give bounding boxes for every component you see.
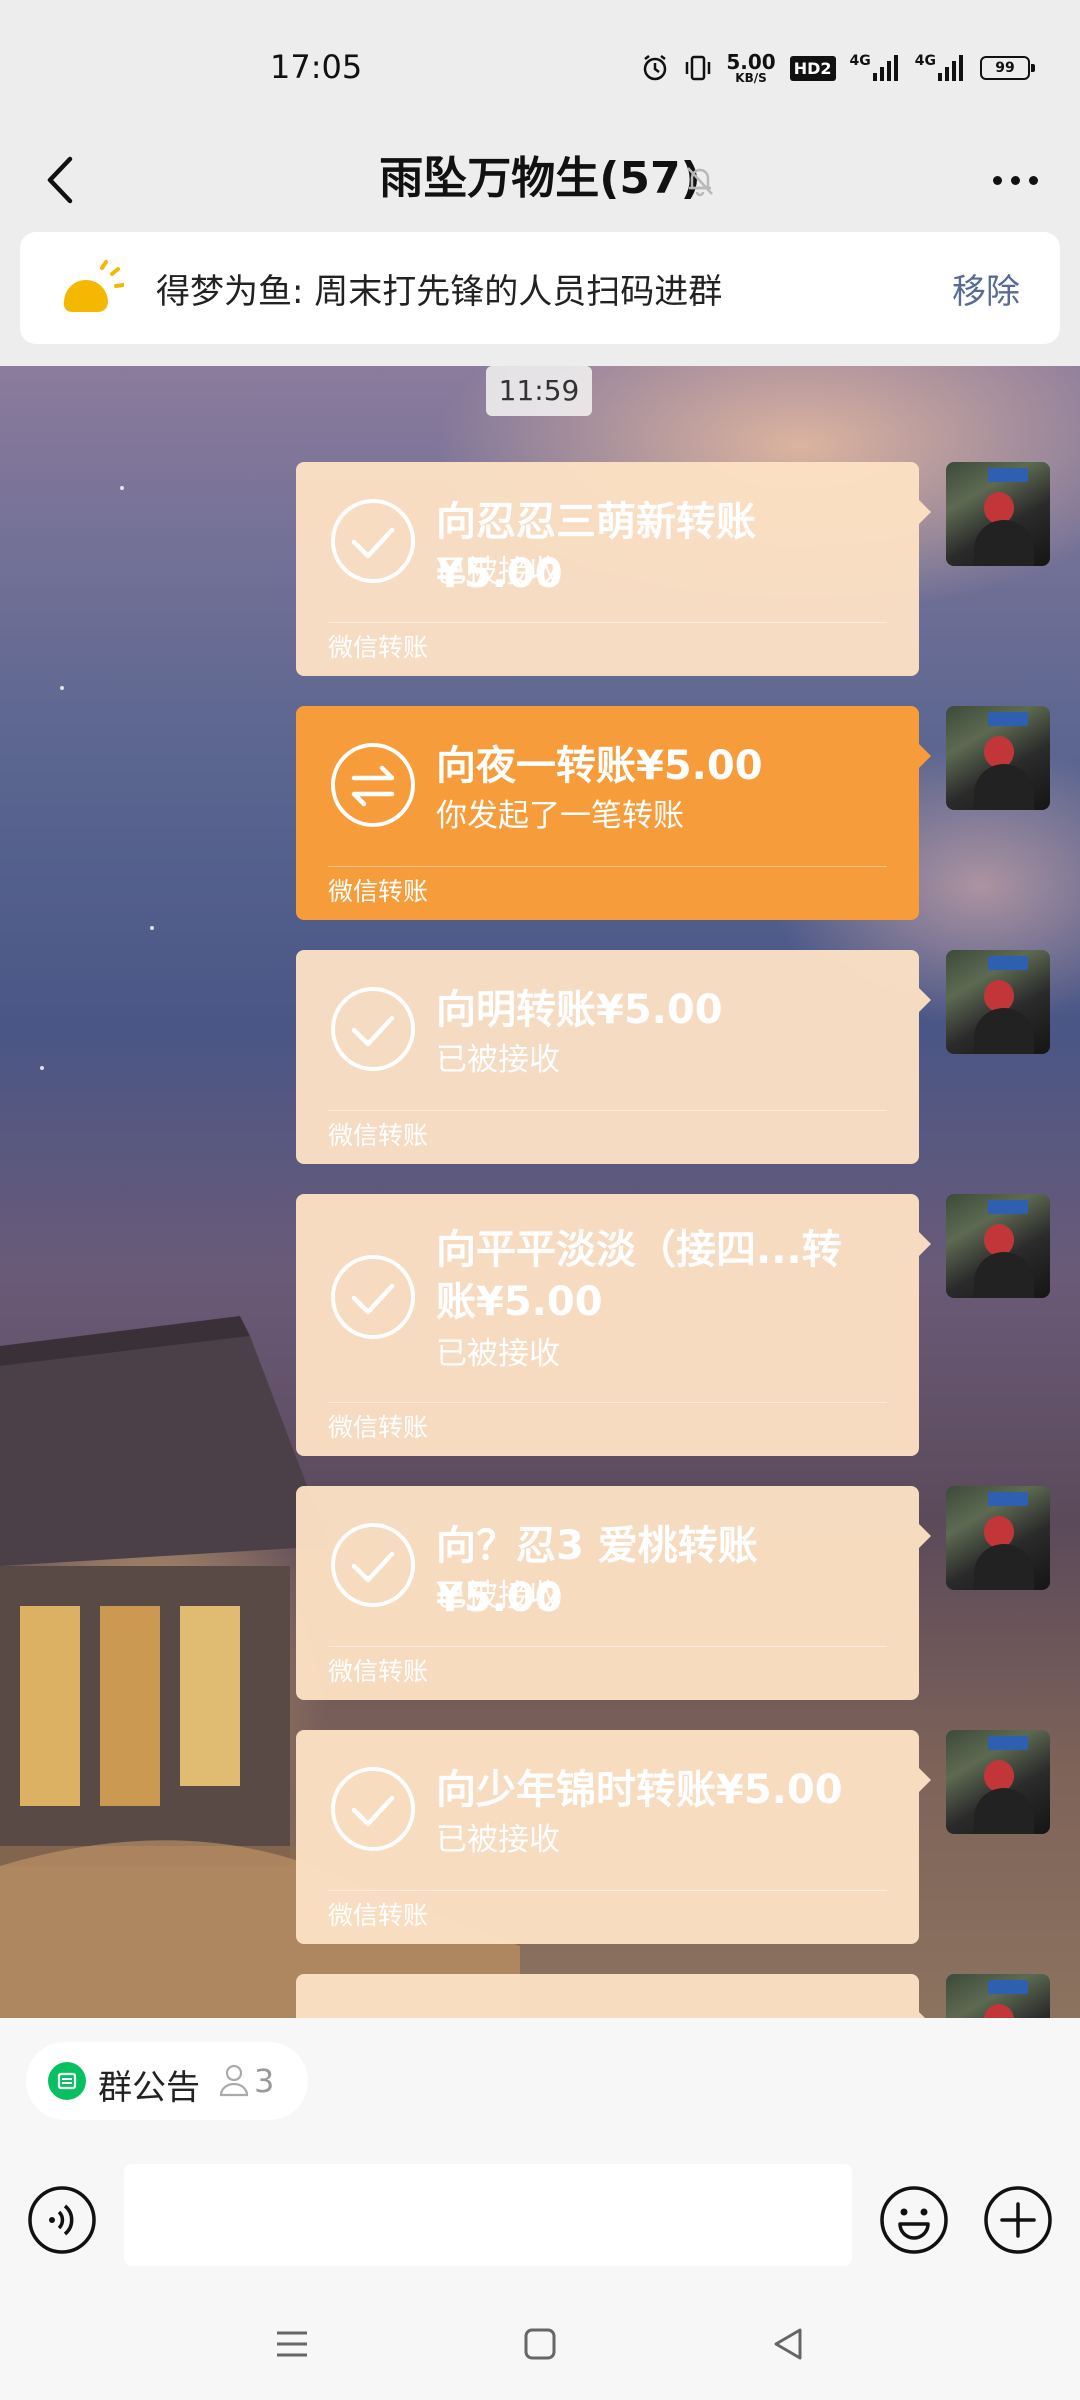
check-circle-icon: [331, 987, 415, 1071]
transfer-footer: 微信转账: [328, 1901, 429, 1930]
more-icon-dot: [1028, 175, 1038, 185]
emoji-icon[interactable]: [878, 2184, 950, 2256]
transfer-status: 已被接收: [436, 554, 560, 590]
transfer-title: 向夜一转账¥5.00: [436, 743, 763, 789]
back-nav-button[interactable]: [758, 2316, 818, 2372]
transfer-status: 已被接收: [436, 1578, 560, 1614]
transfer-bubble[interactable]: 向明转账¥5.00 已被接收 微信转账: [296, 950, 931, 1164]
home-button[interactable]: [510, 2316, 570, 2372]
hd-badge: HD2: [789, 55, 836, 81]
pinned-notice-text: 得梦为鱼: 周末打先锋的人员扫码进群: [156, 272, 723, 312]
more-icon-dot: [1010, 175, 1020, 185]
network-speed: 5.00 KB/S: [726, 52, 775, 84]
transfer-bubble[interactable]: 向夜一转账¥5.00 你发起了一笔转账 微信转账: [296, 706, 931, 920]
transfer-footer: 微信转账: [328, 1657, 429, 1686]
network-speed-unit: KB/S: [735, 71, 767, 85]
transfer-title: 向少年锦时转账¥5.00: [436, 1767, 843, 1813]
plus-icon[interactable]: [982, 2184, 1054, 2256]
transfer-bubble[interactable]: 向少年锦时转账¥5.00 已被接收 微信转账: [296, 1730, 931, 1944]
background-star: [120, 486, 124, 490]
member-count: 3: [254, 2062, 275, 2100]
home-icon: [524, 2328, 556, 2360]
transfer-bubble[interactable]: 向平平淡淡（接四...转账¥5.00 已被接收 微信转账: [296, 1194, 931, 1456]
transfer-status: 已被接收: [436, 1822, 560, 1858]
check-circle-icon: [331, 499, 415, 583]
back-triangle-icon: [774, 2328, 802, 2360]
chat-area[interactable]: 11:59 向忍忍三萌新转账¥5.00 已被接收 微信转账 向夜一转账¥5.00…: [0, 366, 1080, 2018]
bubble-divider: [328, 1890, 887, 1891]
transfer-footer: 微信转账: [328, 1413, 429, 1442]
check-circle-icon: [331, 1255, 415, 1339]
status-time: 17:05: [270, 48, 363, 86]
recent-apps-button[interactable]: [262, 2316, 322, 2372]
avatar[interactable]: [946, 1486, 1050, 1590]
bubble-divider: [328, 1110, 887, 1111]
bubble-divider: [328, 866, 887, 867]
mute-bell-icon: [687, 167, 713, 197]
network-speed-value: 5.00: [726, 50, 776, 74]
battery-level: 99: [995, 60, 1015, 76]
background-star: [40, 1066, 44, 1070]
avatar[interactable]: [946, 706, 1050, 810]
status-bar: 17:05 5.00 KB/S HD2 4G 4G 99: [0, 0, 1080, 130]
message-input[interactable]: [124, 2164, 852, 2266]
pinned-notice[interactable]: 得梦为鱼: 周末打先锋的人员扫码进群 移除: [20, 232, 1060, 344]
transfer-bubble[interactable]: [296, 1974, 931, 2018]
battery-icon: 99: [980, 56, 1035, 80]
status-icons: 5.00 KB/S HD2 4G 4G 99: [640, 48, 1035, 88]
transfer-status: 你发起了一笔转账: [436, 798, 684, 834]
transfer-title: 向明转账¥5.00: [436, 987, 723, 1033]
person-icon: [219, 2064, 249, 2097]
recent-apps-icon: [277, 2331, 307, 2357]
avatar[interactable]: [946, 462, 1050, 566]
alarm-icon: [640, 53, 670, 83]
quick-bar: 群公告 3: [0, 2018, 1080, 2146]
sun-icon: [63, 260, 124, 313]
system-nav-bar: [0, 2286, 1080, 2400]
voice-icon[interactable]: [26, 2184, 98, 2256]
transfer-status: 已被接收: [436, 1336, 560, 1372]
background-star: [60, 686, 64, 690]
group-announcement-button[interactable]: 群公告 3: [26, 2042, 308, 2120]
transfer-bubble[interactable]: 向？忍3 爱桃转账¥5.00 已被接收 微信转账: [296, 1486, 931, 1700]
transfer-status: 已被接收: [436, 1042, 560, 1078]
check-circle-icon: [331, 1767, 415, 1851]
transfer-bubble[interactable]: 向忍忍三萌新转账¥5.00 已被接收 微信转账: [296, 462, 931, 676]
announcement-icon: [48, 2062, 86, 2100]
avatar[interactable]: [946, 1730, 1050, 1834]
chat-title: 雨坠万物生(57): [379, 153, 701, 204]
signal-1-icon: 4G: [850, 53, 901, 83]
more-button[interactable]: [980, 150, 1050, 210]
transfer-footer: 微信转账: [328, 1121, 429, 1150]
signal-2-icon: 4G: [915, 53, 966, 83]
input-bar: [0, 2146, 1080, 2286]
sim2-label: 4G: [914, 53, 936, 69]
avatar[interactable]: [946, 950, 1050, 1054]
time-separator: 11:59: [486, 366, 592, 416]
bubble-divider: [328, 1646, 887, 1647]
avatar[interactable]: [946, 1974, 1050, 2018]
remove-pinned-button[interactable]: 移除: [952, 264, 1020, 313]
transfer-footer: 微信转账: [328, 877, 429, 906]
sim1-label: 4G: [849, 53, 871, 69]
vibrate-icon: [684, 53, 712, 83]
bubble-divider: [328, 622, 887, 623]
more-icon-dot: [992, 175, 1002, 185]
background-star: [150, 926, 154, 930]
bubble-divider: [328, 1402, 887, 1403]
group-announcement-label: 群公告: [98, 2068, 200, 2108]
avatar[interactable]: [946, 1194, 1050, 1298]
transfer-title: 向平平淡淡（接四...转账¥5.00: [436, 1227, 842, 1325]
transfer-arrows-icon: [331, 743, 415, 827]
transfer-footer: 微信转账: [328, 633, 429, 662]
check-circle-icon: [331, 1523, 415, 1607]
title-bar: 雨坠万物生(57): [0, 130, 1080, 230]
